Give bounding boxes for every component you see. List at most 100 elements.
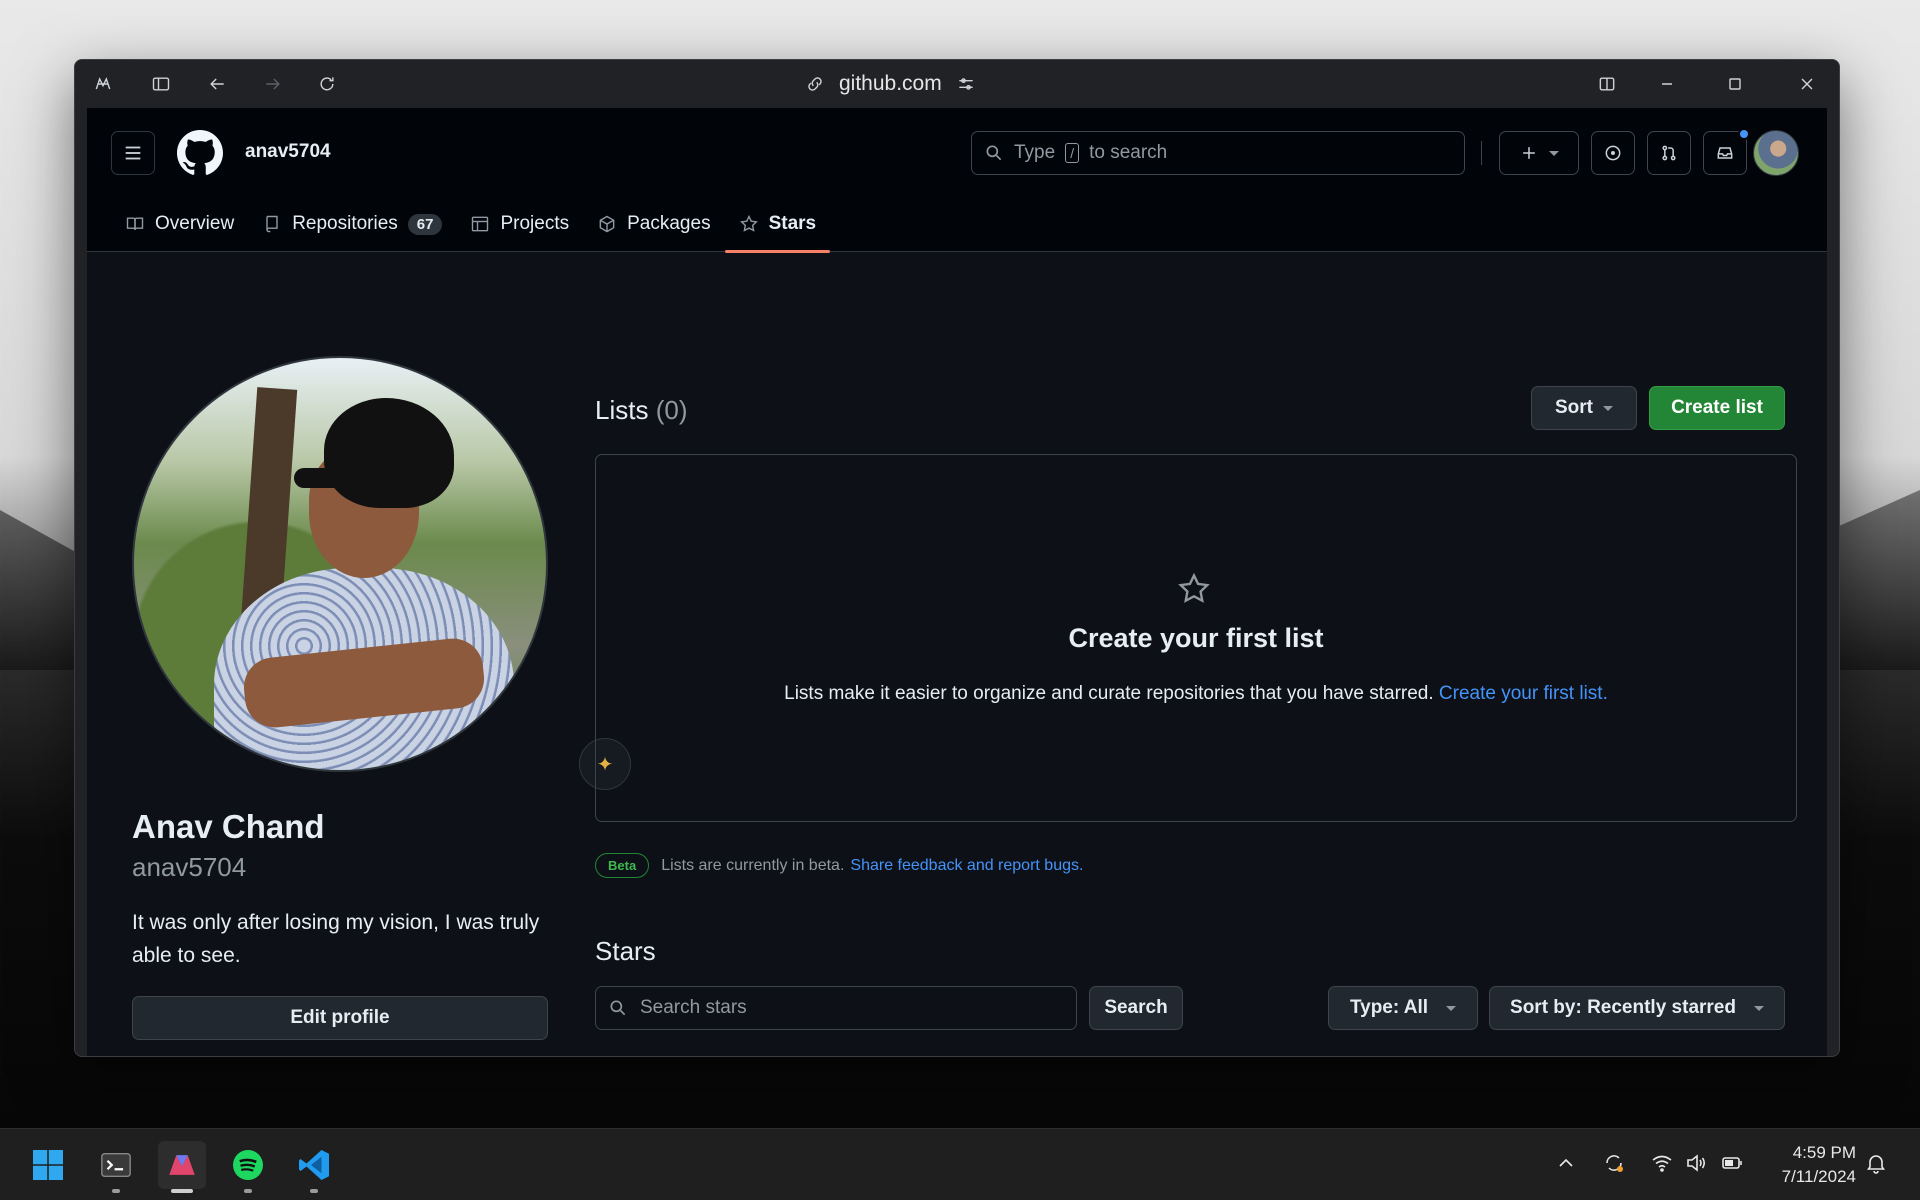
browser-titlebar: github.com [75,60,1839,108]
chevron-down-icon [1603,405,1613,411]
site-settings-icon[interactable] [956,74,976,94]
create-first-list-link[interactable]: Create your first list. [1439,683,1608,704]
lists-blankslate: Create your first list Lists make it eas… [595,454,1797,822]
package-icon [599,215,615,233]
sidebar-toggle-icon[interactable] [147,70,175,98]
tab-projects[interactable]: Projects [456,196,583,252]
profile-tabs: Overview Repositories 67 Projects Packag… [111,196,831,253]
link-icon [808,77,822,91]
taskbar-browser[interactable] [158,1141,206,1193]
tab-repositories-label: Repositories [292,213,398,234]
blankslate-star-icon [1176,571,1212,607]
volume-icon[interactable] [1684,1151,1708,1180]
running-indicator [244,1189,252,1193]
minimize-icon[interactable] [1653,70,1681,98]
git-pull-request-icon [1662,145,1676,161]
repo-icon [266,215,278,233]
sort-by-label: Sort by: Recently starred [1510,997,1736,1018]
tab-repositories[interactable]: Repositories 67 [248,196,456,252]
search-stars-placeholder: Search stars [640,997,747,1018]
create-list-button[interactable]: Create list [1649,386,1785,430]
maximize-icon[interactable] [1721,70,1749,98]
tab-stars[interactable]: Stars [724,196,831,253]
issues-button[interactable] [1591,131,1635,175]
feedback-link[interactable]: Share feedback and report bugs. [850,857,1083,875]
browser-app-icon [169,1155,195,1175]
search-stars-input[interactable]: Search stars [595,986,1077,1030]
wifi-icon[interactable] [1650,1151,1674,1180]
issue-opened-icon [1605,145,1621,161]
profile-name: Anav Chand [132,808,325,845]
table-icon [472,216,489,232]
desktop-wallpaper-right [1830,490,1920,670]
tab-projects-label: Projects [500,213,570,234]
notification-dot [1738,128,1750,140]
beta-text: Lists are currently in beta. [661,856,845,874]
plus-icon [1523,147,1535,159]
menu-icon [125,146,141,160]
clock-time: 4:59 PM [1792,1143,1856,1162]
profile-bio: It was only after losing my vision, I wa… [132,911,540,967]
battery-icon[interactable] [1720,1151,1744,1180]
book-icon [126,217,144,230]
notification-bell-icon[interactable] [1864,1151,1888,1180]
close-icon[interactable] [1793,70,1821,98]
header-username[interactable]: anav5704 [245,141,331,163]
global-search-input[interactable]: Type / to search [971,131,1465,175]
terminal-icon [101,1152,131,1178]
system-clock[interactable]: 4:59 PM 7/11/2024 [1760,1141,1856,1189]
inbox-button[interactable] [1703,128,1750,175]
running-indicator [310,1189,318,1193]
show-hidden-icons-chevron-up-icon[interactable] [1554,1151,1578,1180]
reload-icon[interactable] [313,70,341,98]
sync-icon[interactable] [1602,1151,1626,1180]
beta-notice: Beta Lists are currently in beta. Share … [595,853,1083,878]
github-page: anav5704 Type / to search Overview Repos… [87,108,1827,1056]
start-button[interactable] [24,1141,72,1189]
type-filter-label: Type: All [1349,997,1429,1018]
search-icon [986,145,1002,161]
split-view-icon[interactable] [1593,70,1621,98]
lists-count: (0) [655,395,688,425]
browser-logo-icon[interactable] [89,70,117,98]
profile-login: anav5704 [132,852,247,882]
tab-overview[interactable]: Overview [111,196,248,252]
github-logo-icon[interactable] [177,130,223,176]
taskbar-terminal[interactable] [92,1141,140,1193]
clock-date: 7/11/2024 [1781,1167,1856,1186]
pull-requests-button[interactable] [1647,131,1691,175]
create-new-button[interactable] [1499,131,1579,175]
chevron-down-icon [1753,1005,1764,1011]
lists-heading: Lists (0) [595,395,687,426]
search-stars-button[interactable]: Search [1089,986,1183,1030]
lists-title: Lists [595,395,649,425]
url-text: github.com [839,72,942,95]
star-icon [739,214,758,232]
lists-sort-button[interactable]: Sort [1531,386,1637,430]
edit-profile-button[interactable]: Edit profile [132,996,548,1040]
stars-heading: Stars [595,936,656,966]
running-indicator [112,1189,120,1193]
taskbar-spotify[interactable] [224,1141,272,1193]
repo-count-badge: 67 [407,213,443,235]
back-arrow-icon[interactable] [203,70,231,98]
forward-arrow-icon[interactable] [259,70,287,98]
blankslate-title: Create your first list [1068,623,1324,653]
blankslate-text: Lists make it easier to organize and cur… [596,683,1796,705]
tab-packages[interactable]: Packages [583,196,724,252]
active-indicator [171,1189,193,1193]
type-filter-button[interactable]: Type: All [1328,986,1478,1030]
hamburger-menu-button[interactable] [111,131,155,175]
search-shortcut-key: / [1065,143,1080,163]
address-bar[interactable]: github.com [805,70,976,98]
sort-label: Sort [1555,397,1593,418]
chevron-down-icon [1549,150,1559,156]
user-avatar[interactable] [1753,130,1799,176]
sort-by-button[interactable]: Sort by: Recently starred [1489,986,1785,1030]
browser-window: github.com anav5704 Type / to search Ove… [74,59,1840,1057]
windows-logo-icon [33,1150,63,1180]
header-divider [1481,141,1482,165]
search-hint-suffix: to search [1089,142,1168,163]
profile-photo[interactable] [132,356,548,772]
taskbar-vscode[interactable] [290,1141,338,1193]
